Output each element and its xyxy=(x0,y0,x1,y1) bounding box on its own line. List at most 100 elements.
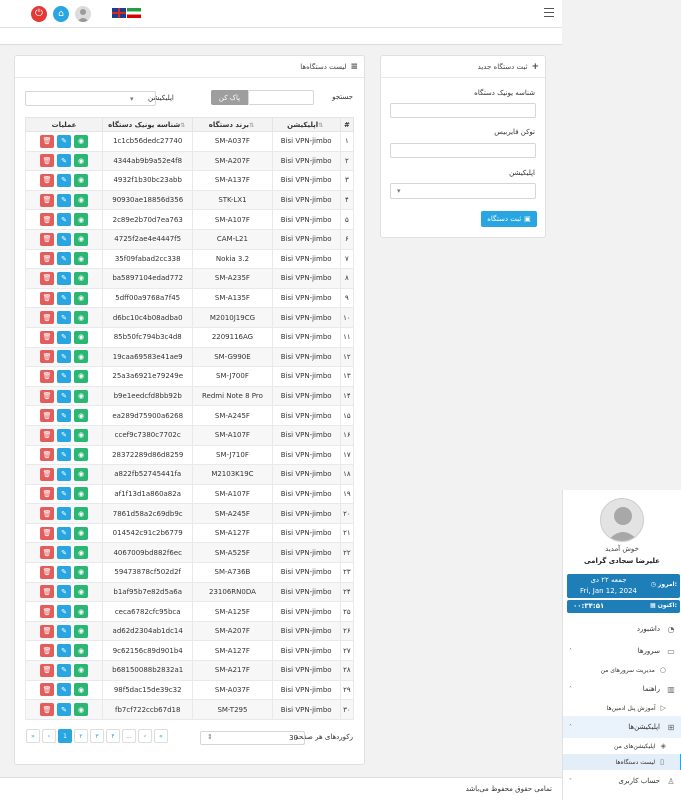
page-button[interactable]: » xyxy=(26,729,40,743)
page-button[interactable]: ۲ xyxy=(74,729,88,743)
view-icon[interactable]: ◉ xyxy=(74,605,89,619)
delete-icon[interactable]: 🗑 xyxy=(40,232,55,246)
delete-icon[interactable]: 🗑 xyxy=(40,565,55,579)
sidebar-item-dashboard[interactable]: ◔ داشبورد xyxy=(563,618,681,640)
view-icon[interactable]: ◉ xyxy=(74,565,89,579)
sidebar-item-device-list[interactable]: ▯ لیست دستگاه‌ها xyxy=(563,754,681,770)
edit-icon[interactable]: ✎ xyxy=(57,448,72,462)
view-icon[interactable]: ◉ xyxy=(74,585,89,599)
view-icon[interactable]: ◉ xyxy=(74,448,89,462)
sidebar-item-my-apps[interactable]: ◈ اپلیکیشن‌های من xyxy=(563,738,681,754)
edit-icon[interactable]: ✎ xyxy=(57,467,72,481)
page-button[interactable]: ۳ xyxy=(90,729,104,743)
edit-icon[interactable]: ✎ xyxy=(57,330,72,344)
edit-icon[interactable]: ✎ xyxy=(57,565,72,579)
delete-icon[interactable]: 🗑 xyxy=(40,369,55,383)
edit-icon[interactable]: ✎ xyxy=(57,271,72,285)
view-icon[interactable]: ◉ xyxy=(74,350,89,364)
edit-icon[interactable]: ✎ xyxy=(57,487,72,501)
edit-icon[interactable]: ✎ xyxy=(57,213,72,227)
delete-icon[interactable]: 🗑 xyxy=(40,624,55,638)
register-device-button[interactable]: ▣ ثبت دستگاه xyxy=(481,211,537,227)
view-icon[interactable]: ◉ xyxy=(74,409,89,423)
delete-icon[interactable]: 🗑 xyxy=(40,252,55,266)
edit-icon[interactable]: ✎ xyxy=(57,585,72,599)
delete-icon[interactable]: 🗑 xyxy=(40,193,55,207)
edit-icon[interactable]: ✎ xyxy=(57,409,72,423)
view-icon[interactable]: ◉ xyxy=(74,389,89,403)
view-icon[interactable]: ◉ xyxy=(74,624,89,638)
view-icon[interactable]: ◉ xyxy=(74,173,89,187)
view-icon[interactable]: ◉ xyxy=(74,526,89,540)
edit-icon[interactable]: ✎ xyxy=(57,428,72,442)
app-select[interactable]: ▾ xyxy=(390,183,536,199)
page-button[interactable]: ... xyxy=(122,729,136,743)
delete-icon[interactable]: 🗑 xyxy=(40,448,55,462)
view-icon[interactable]: ◉ xyxy=(74,213,89,227)
view-icon[interactable]: ◉ xyxy=(74,644,89,658)
view-icon[interactable]: ◉ xyxy=(74,252,89,266)
edit-icon[interactable]: ✎ xyxy=(57,252,72,266)
delete-icon[interactable]: 🗑 xyxy=(40,663,55,677)
page-button[interactable]: ۴ xyxy=(106,729,120,743)
token-input[interactable] xyxy=(390,143,536,158)
edit-icon[interactable]: ✎ xyxy=(57,193,72,207)
edit-icon[interactable]: ✎ xyxy=(57,546,72,560)
delete-icon[interactable]: 🗑 xyxy=(40,467,55,481)
col-brand[interactable]: ⇅برند دستگاه xyxy=(192,117,273,132)
delete-icon[interactable]: 🗑 xyxy=(40,271,55,285)
view-icon[interactable]: ◉ xyxy=(74,330,89,344)
power-icon[interactable]: ⏻ xyxy=(31,6,47,22)
edit-icon[interactable]: ✎ xyxy=(57,311,72,325)
delete-icon[interactable]: 🗑 xyxy=(40,154,55,168)
delete-icon[interactable]: 🗑 xyxy=(40,507,55,521)
sidebar-item-servers[interactable]: ▭ سرورها ˄ xyxy=(563,640,681,662)
view-icon[interactable]: ◉ xyxy=(74,134,89,148)
delete-icon[interactable]: 🗑 xyxy=(40,644,55,658)
delete-icon[interactable]: 🗑 xyxy=(40,134,55,148)
app-filter-select[interactable]: ▾ xyxy=(25,91,156,106)
page-button[interactable]: ‹ xyxy=(138,729,152,743)
edit-icon[interactable]: ✎ xyxy=(57,624,72,638)
clear-button[interactable]: پاک کن xyxy=(211,90,248,105)
edit-icon[interactable]: ✎ xyxy=(57,291,72,305)
delete-icon[interactable]: 🗑 xyxy=(40,409,55,423)
view-icon[interactable]: ◉ xyxy=(74,487,89,501)
menu-icon[interactable] xyxy=(544,8,554,18)
sidebar-item-guide[interactable]: ▥ راهنما ˄ xyxy=(563,678,681,700)
delete-icon[interactable]: 🗑 xyxy=(40,526,55,540)
col-app[interactable]: ⇅اپلیکیشن xyxy=(271,117,341,132)
sidebar-item-account[interactable]: ♙ حساب کاربری ˅ xyxy=(563,770,681,792)
delete-icon[interactable]: 🗑 xyxy=(40,703,55,717)
edit-icon[interactable]: ✎ xyxy=(57,232,72,246)
delete-icon[interactable]: 🗑 xyxy=(40,428,55,442)
page-button[interactable]: 1 xyxy=(58,729,72,743)
view-icon[interactable]: ◉ xyxy=(74,154,89,168)
view-icon[interactable]: ◉ xyxy=(74,428,89,442)
sidebar-item-my-servers[interactable]: ○ مدیریت سرورهای من xyxy=(563,662,681,678)
view-icon[interactable]: ◉ xyxy=(74,232,89,246)
page-button[interactable]: « xyxy=(154,729,168,743)
edit-icon[interactable]: ✎ xyxy=(57,173,72,187)
view-icon[interactable]: ◉ xyxy=(74,663,89,677)
delete-icon[interactable]: 🗑 xyxy=(40,605,55,619)
edit-icon[interactable]: ✎ xyxy=(57,507,72,521)
page-button[interactable]: › xyxy=(42,729,56,743)
delete-icon[interactable]: 🗑 xyxy=(40,585,55,599)
flag-uk-icon[interactable] xyxy=(112,8,126,18)
search-input[interactable] xyxy=(248,90,314,105)
delete-icon[interactable]: 🗑 xyxy=(40,311,55,325)
edit-icon[interactable]: ✎ xyxy=(57,644,72,658)
sidebar-item-apps[interactable]: ⊞ اپلیکیشن‌ها ˄ xyxy=(563,716,681,738)
view-icon[interactable]: ◉ xyxy=(74,507,89,521)
view-icon[interactable]: ◉ xyxy=(74,467,89,481)
view-icon[interactable]: ◉ xyxy=(74,546,89,560)
view-icon[interactable]: ◉ xyxy=(74,703,89,717)
edit-icon[interactable]: ✎ xyxy=(57,663,72,677)
delete-icon[interactable]: 🗑 xyxy=(40,173,55,187)
delete-icon[interactable]: 🗑 xyxy=(40,487,55,501)
edit-icon[interactable]: ✎ xyxy=(57,369,72,383)
delete-icon[interactable]: 🗑 xyxy=(40,330,55,344)
view-icon[interactable]: ◉ xyxy=(74,311,89,325)
edit-icon[interactable]: ✎ xyxy=(57,154,72,168)
